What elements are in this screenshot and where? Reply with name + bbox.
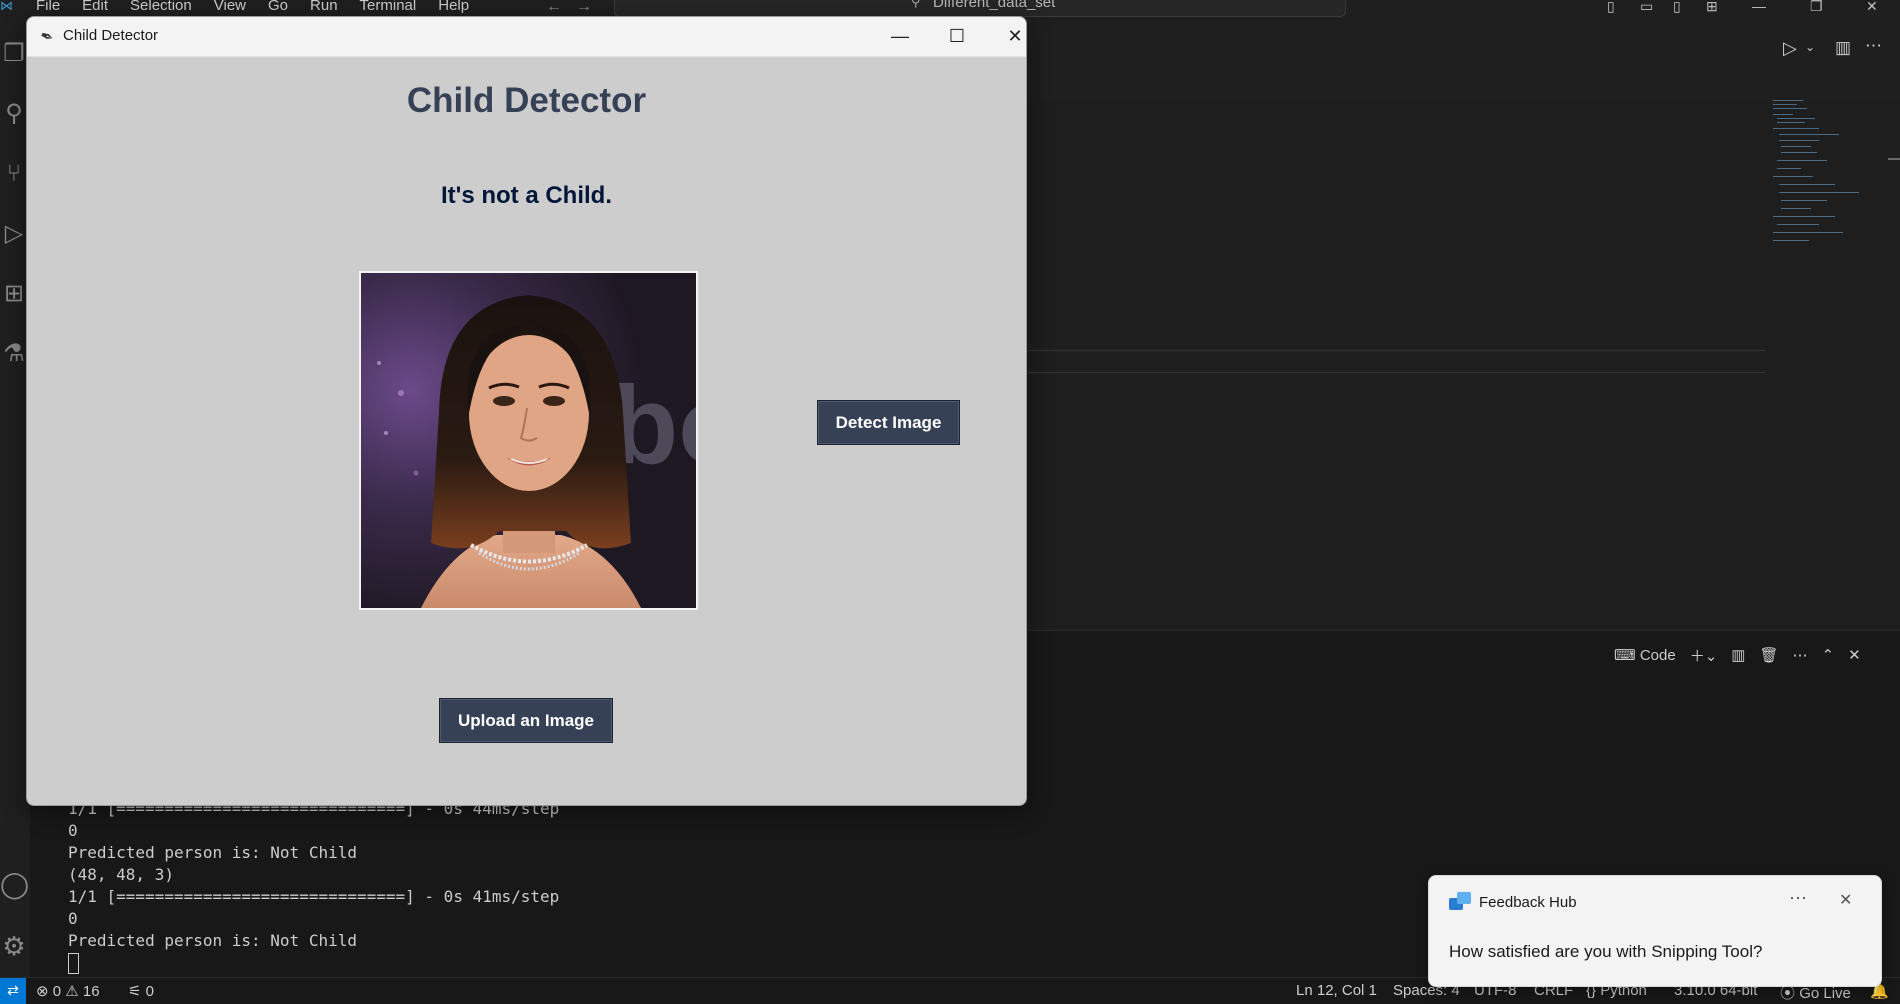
terminal-profile[interactable]: ⌨ Code: [1614, 646, 1676, 664]
terminal-cursor: [68, 953, 79, 974]
run-icon[interactable]: ▷: [1783, 38, 1797, 59]
menu-file[interactable]: File: [36, 0, 60, 14]
maximize-panel-icon[interactable]: ⌃: [1822, 646, 1835, 664]
source-control-icon[interactable]: ⑂: [0, 160, 28, 188]
warning-count: 16: [82, 983, 100, 1000]
minimize-icon[interactable]: —: [1752, 0, 1766, 13]
maximize-icon[interactable]: ☐: [937, 23, 977, 49]
close-panel-icon[interactable]: ✕: [1848, 646, 1861, 664]
run-debug-icon[interactable]: ▷: [0, 220, 28, 248]
editor-tab-bar: ▷ ⌄ ▥ ⋯: [1025, 30, 1900, 100]
explorer-icon[interactable]: ❐: [0, 40, 28, 68]
broadcast-icon: ⚟: [128, 983, 142, 1000]
minimize-icon[interactable]: —: [880, 23, 920, 49]
terminal-toolbar: ⌨ Code ＋⌄ ▥ 🗑 ⋯ ⌃ ✕: [1614, 642, 1861, 668]
panel-toggle-icon[interactable]: ▭: [1640, 0, 1653, 13]
back-arrow-icon[interactable]: ←: [546, 0, 576, 15]
restore-icon[interactable]: ❐: [1810, 0, 1823, 13]
terminal-line: 0: [68, 821, 78, 840]
command-center-search[interactable]: Different_data_set ⚲: [614, 0, 1346, 17]
error-count: 0: [52, 983, 62, 1000]
feedback-hub-notification[interactable]: Feedback Hub ⋯ ✕ How satisfied are you w…: [1428, 875, 1882, 987]
editor-divider: [1025, 350, 1765, 351]
warning-icon: ⚠: [65, 983, 79, 1000]
split-terminal-icon[interactable]: ▥: [1731, 646, 1745, 664]
app-heading: Child Detector: [406, 81, 647, 120]
terminal-line: 0: [68, 909, 78, 928]
settings-gear-icon[interactable]: ⚙: [0, 932, 28, 960]
search-icon[interactable]: ⚲: [0, 100, 28, 128]
search-icon: ⚲: [911, 0, 921, 9]
editor-divider: [1025, 372, 1765, 373]
menu-view[interactable]: View: [214, 0, 246, 14]
menu-help[interactable]: Help: [438, 0, 469, 14]
uploaded-photo: bo: [359, 271, 698, 610]
more-actions-icon[interactable]: ⋯: [1865, 36, 1882, 56]
error-icon: ⊗: [36, 983, 49, 1000]
terminal-line: Predicted person is: Not Child: [68, 931, 357, 950]
terminal-line: (48, 48, 3): [68, 865, 174, 884]
ports-status[interactable]: ⚟ 0: [128, 982, 154, 1000]
terminal-line: Predicted person is: Not Child: [68, 843, 357, 862]
scrollbar-marker: [1888, 158, 1900, 160]
more-options-icon[interactable]: ⋯: [1789, 888, 1808, 909]
testing-icon[interactable]: ⚗: [0, 340, 28, 368]
trash-icon[interactable]: 🗑: [1759, 646, 1778, 664]
menu-edit[interactable]: Edit: [82, 0, 108, 14]
more-icon[interactable]: ⋯: [1793, 646, 1808, 664]
vscode-menubar: File Edit Selection View Go Run Terminal…: [36, 0, 491, 14]
remote-icon[interactable]: ⇄: [0, 978, 26, 1004]
cursor-position[interactable]: Ln 12, Col 1: [1296, 982, 1377, 999]
menu-run[interactable]: Run: [310, 0, 338, 14]
notification-app-name: Feedback Hub: [1479, 894, 1577, 911]
search-text: Different_data_set: [933, 0, 1056, 11]
terminal-output[interactable]: 1/1 [==============================] - 0…: [68, 798, 559, 974]
tk-feather-icon: ✒: [37, 27, 56, 48]
terminal-line: 1/1 [==============================] - 0…: [68, 887, 560, 906]
nav-arrows: ←→: [546, 0, 606, 16]
run-dropdown-icon[interactable]: ⌄: [1805, 40, 1815, 54]
accounts-icon[interactable]: ◯: [0, 870, 29, 898]
customize-layout-icon[interactable]: ⊞: [1706, 0, 1718, 13]
ports-count: 0: [145, 983, 154, 1000]
secondary-sidebar-icon[interactable]: ▯: [1673, 0, 1681, 13]
problems-status[interactable]: ⊗ 0 ⚠ 16: [36, 982, 100, 1000]
notification-message: How satisfied are you with Snipping Tool…: [1449, 942, 1763, 961]
child-detector-window: ✒ Child Detector — ☐ ✕ Child Detector It…: [26, 16, 1027, 806]
menu-go[interactable]: Go: [268, 0, 288, 14]
menu-terminal[interactable]: Terminal: [360, 0, 417, 14]
menu-selection[interactable]: Selection: [130, 0, 192, 14]
feedback-hub-icon: [1449, 892, 1471, 912]
portrait-image: bo: [361, 273, 696, 608]
detect-image-button[interactable]: Detect Image: [817, 400, 960, 445]
new-terminal-icon[interactable]: ＋⌄: [1690, 645, 1718, 666]
window-titlebar[interactable]: ✒ Child Detector — ☐ ✕: [27, 17, 1026, 57]
extensions-icon[interactable]: ⊞: [0, 280, 28, 308]
layout-toggle-icon[interactable]: ▯: [1607, 0, 1615, 13]
vscode-logo-icon: ⋈: [0, 0, 13, 13]
minimap[interactable]: [1771, 98, 1861, 248]
terminal-icon: ⌨: [1614, 647, 1636, 664]
prediction-result: It's not a Child.: [440, 182, 613, 209]
close-notification-icon[interactable]: ✕: [1839, 890, 1852, 910]
close-icon[interactable]: ✕: [995, 23, 1026, 49]
window-title: Child Detector: [63, 27, 159, 44]
terminal-profile-label: Code: [1639, 647, 1676, 664]
split-editor-icon[interactable]: ▥: [1835, 38, 1851, 58]
broadcast-icon: ⦿: [1780, 985, 1796, 1002]
upload-image-button[interactable]: Upload an Image: [439, 698, 613, 743]
forward-arrow-icon[interactable]: →: [576, 0, 606, 15]
close-icon[interactable]: ✕: [1866, 0, 1878, 13]
go-live-label: Go Live: [1799, 985, 1851, 1002]
